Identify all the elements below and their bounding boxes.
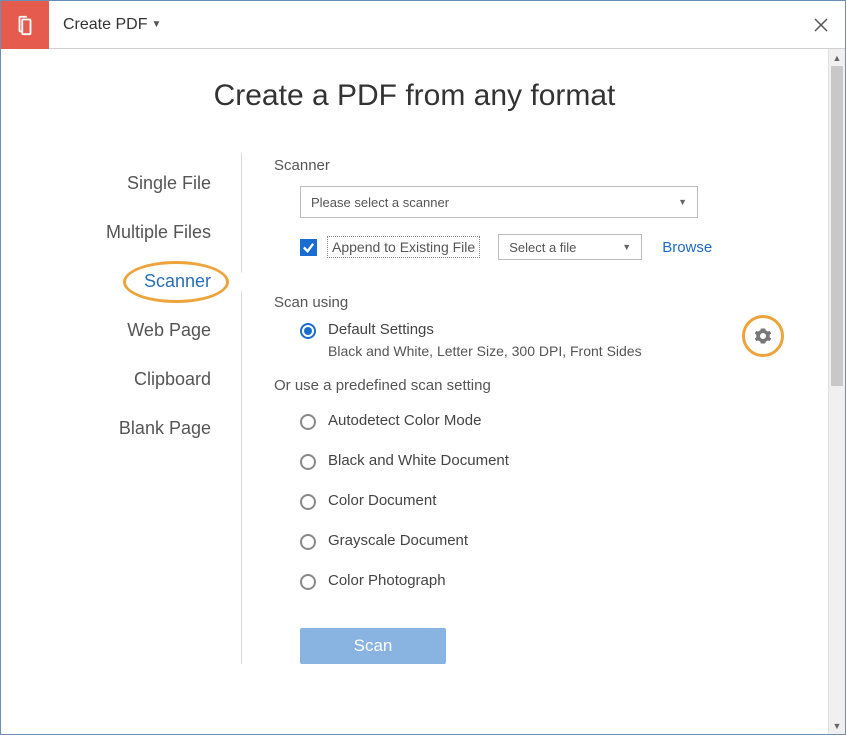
radio-input[interactable] [300,534,316,550]
scan-using-label: Scan using [274,294,788,311]
predefined-list: Autodetect Color Mode Black and White Do… [274,412,788,590]
radio-label: Autodetect Color Mode [328,412,481,429]
radio-input[interactable] [300,414,316,430]
page-heading: Create a PDF from any format [41,79,788,113]
radio-color-photograph[interactable]: Color Photograph [300,572,788,590]
active-pointer [232,272,242,292]
radio-bw-document[interactable]: Black and White Document [300,452,788,470]
scrollbar-thumb[interactable] [831,66,843,386]
sidebar-item-single-file[interactable]: Single File [41,159,241,208]
append-checkbox[interactable] [300,239,317,256]
scan-using-section: Scan using Default Settings Black and Wh… [274,294,788,664]
radio-default-settings[interactable]: Default Settings [300,321,788,339]
radio-color-document[interactable]: Color Document [300,492,788,510]
gear-icon [754,327,772,345]
sidebar-item-web-page[interactable]: Web Page [41,306,241,355]
radio-autodetect[interactable]: Autodetect Color Mode [300,412,788,430]
file-select-placeholder: Select a file [509,240,576,255]
title-dropdown[interactable]: Create PDF ▼ [49,16,797,34]
app-icon [1,1,49,49]
sidebar-item-clipboard[interactable]: Clipboard [41,355,241,404]
scanner-select[interactable]: Please select a scanner ▼ [300,186,698,218]
scan-button[interactable]: Scan [300,628,446,664]
sidebar-item-label: Blank Page [119,418,211,438]
create-pdf-window: Create PDF ▼ Create a PDF from any forma… [0,0,846,735]
radio-input[interactable] [300,323,316,339]
content: Create a PDF from any format Single File… [1,49,828,734]
file-select[interactable]: Select a file ▼ [498,234,642,260]
radio-input[interactable] [300,454,316,470]
scroll-down-arrow[interactable]: ▼ [829,717,845,734]
sidebar-item-scanner[interactable]: Scanner [41,257,241,306]
close-button[interactable] [797,1,845,49]
append-label: Append to Existing File [327,236,480,258]
sidebar-item-label: Multiple Files [106,222,211,242]
default-settings-sub: Black and White, Letter Size, 300 DPI, F… [328,343,788,359]
append-row: Append to Existing File Select a file ▼ … [300,234,788,260]
scanner-select-placeholder: Please select a scanner [311,195,449,210]
radio-input[interactable] [300,574,316,590]
sidebar-item-label: Single File [127,173,211,193]
sidebar-item-label: Scanner [144,271,211,291]
body: Create a PDF from any format Single File… [1,49,845,734]
window-title: Create PDF [63,16,147,34]
main-panel: Scanner Please select a scanner ▼ Append… [241,153,788,664]
radio-label: Default Settings [328,321,434,338]
sidebar-item-label: Clipboard [134,369,211,389]
sidebar: Single File Multiple Files Scanner Web P… [41,153,241,664]
chevron-down-icon: ▼ [622,242,631,252]
sidebar-item-multiple-files[interactable]: Multiple Files [41,208,241,257]
browse-link[interactable]: Browse [662,239,712,256]
sidebar-item-blank-page[interactable]: Blank Page [41,404,241,453]
scroll-up-arrow[interactable]: ▲ [829,49,845,66]
sidebar-item-label: Web Page [127,320,211,340]
titlebar: Create PDF ▼ [1,1,845,49]
radio-label: Color Photograph [328,572,446,589]
chevron-down-icon: ▼ [151,19,161,30]
radio-label: Black and White Document [328,452,509,469]
radio-input[interactable] [300,494,316,510]
scanner-section-label: Scanner [274,157,788,174]
radio-label: Color Document [328,492,436,509]
radio-label: Grayscale Document [328,532,468,549]
chevron-down-icon: ▼ [678,197,687,207]
settings-gear-button[interactable] [742,315,784,357]
columns: Single File Multiple Files Scanner Web P… [41,153,788,664]
vertical-scrollbar[interactable]: ▲ ▼ [828,49,845,734]
radio-grayscale-document[interactable]: Grayscale Document [300,532,788,550]
predefined-label: Or use a predefined scan setting [274,377,788,394]
